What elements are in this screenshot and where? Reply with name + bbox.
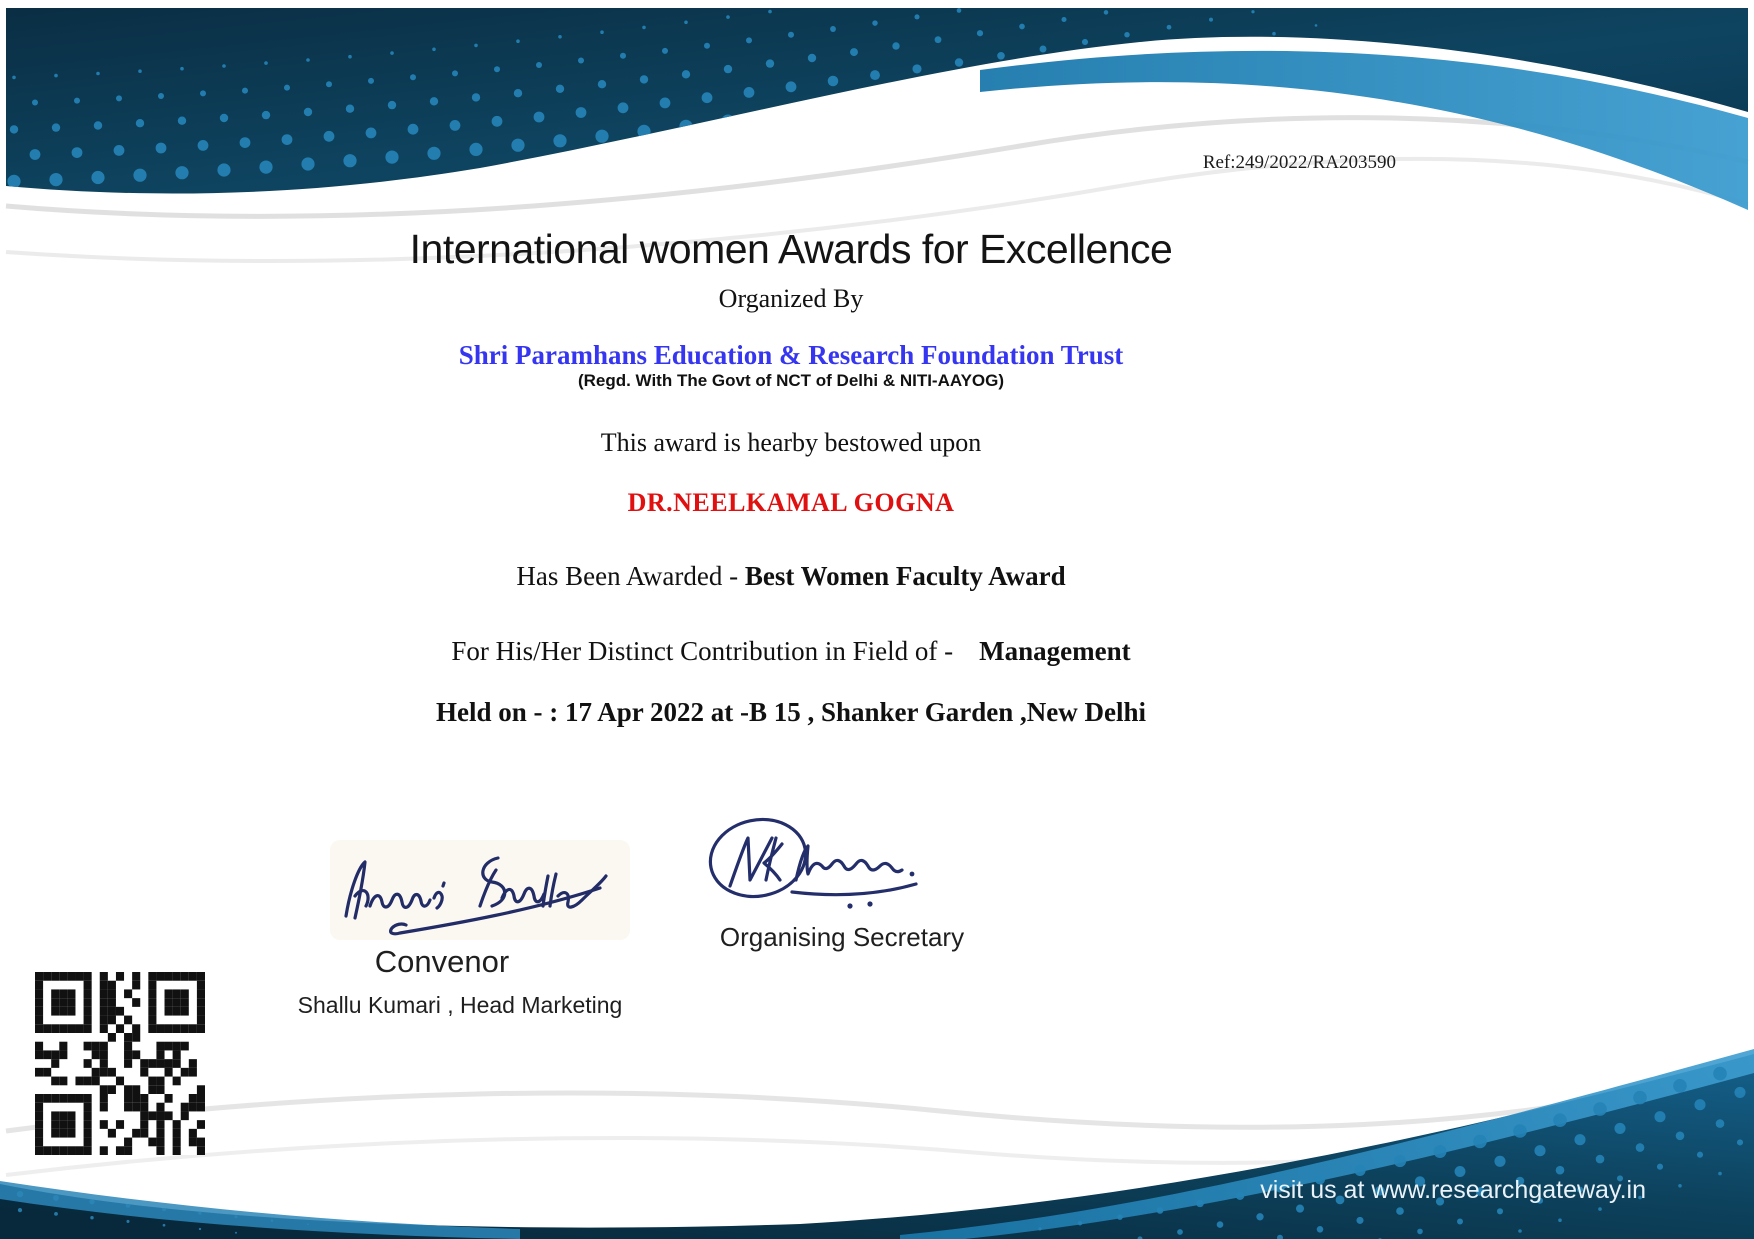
qr-code [35, 972, 205, 1155]
reference-number: Ref:249/2022/RA203590 [1203, 152, 1396, 174]
field-value: Management [979, 636, 1130, 666]
bestowed-line: This award is hearby bestowed upon [0, 428, 1582, 458]
bottom-wave-decoration [0, 1039, 1754, 1239]
registration-note: (Regd. With The Govt of NCT of Delhi & N… [0, 371, 1582, 391]
field-prefix: For His/Her Distinct Contribution in Fie… [451, 636, 953, 666]
convenor-label: Convenor [332, 944, 552, 980]
award-name: Best Women Faculty Award [745, 561, 1066, 591]
organising-secretary-label: Organising Secretary [692, 922, 992, 953]
organization-name: Shri Paramhans Education & Research Foun… [0, 340, 1582, 371]
recipient-name: DR.NEELKAMAL GOGNA [0, 488, 1582, 518]
certificate-title: International women Awards for Excellenc… [0, 226, 1582, 273]
award-line: Has Been Awarded - Best Women Faculty Aw… [0, 561, 1582, 592]
website-note: visit us at www.researchgateway.in [1260, 1176, 1646, 1205]
convenor-detail: Shallu Kumari , Head Marketing [260, 992, 660, 1019]
organized-by-label: Organized By [0, 284, 1582, 314]
award-prefix: Has Been Awarded - [516, 561, 744, 591]
organising-secretary-signature [700, 808, 950, 918]
held-on-line: Held on - : 17 Apr 2022 at -B 15 , Shank… [0, 697, 1582, 728]
field-line: For His/Her Distinct Contribution in Fie… [0, 636, 1582, 667]
convenor-signature [330, 836, 620, 941]
